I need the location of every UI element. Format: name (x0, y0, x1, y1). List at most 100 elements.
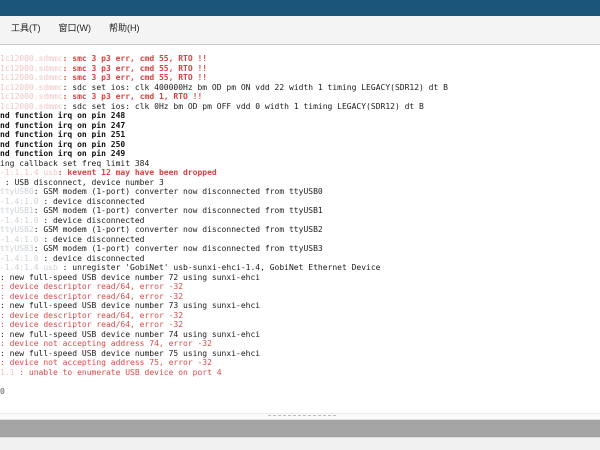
log-line-text: : new full-speed USB device number 72 us… (0, 273, 260, 282)
log-line: -1.4:1.0 : device disconnected (0, 197, 600, 207)
log-line-text: : new full-speed USB device number 73 us… (0, 301, 260, 310)
menu-tools[interactable]: 工具(T) (4, 20, 48, 35)
log-line: ttyUSB1: GSM modem (1-port) converter no… (0, 206, 600, 216)
horizontal-scrollbar[interactable] (0, 413, 600, 419)
log-line-prefix: 1.1 (0, 368, 14, 377)
log-line: 0 (0, 387, 600, 397)
log-line-prefix: 1c12000.sdmmc (0, 64, 63, 73)
log-line-prefix: -1.4:1.0 (0, 235, 39, 244)
log-line-prefix: 1c12000.sdmmc (0, 83, 63, 92)
log-line: nd function irq on pin 249 (0, 149, 600, 159)
log-line-prefix: -1.4:1.0 (0, 197, 39, 206)
log-line: -1.4:1.0 : device disconnected (0, 254, 600, 264)
log-line: ttyUSB2: GSM modem (1-port) converter no… (0, 225, 600, 235)
log-line-text: : device descriptor read/64, error -32 (0, 320, 183, 329)
log-line-prefix: ttyUSB0 (0, 187, 34, 196)
log-line-prefix: -1:1.1.4 usb (0, 168, 58, 177)
menu-bar: 工具(T) 窗口(W) 帮助(H) (0, 16, 600, 45)
log-line-prefix: ttyUSB3 (0, 244, 34, 253)
log-line-prefix: 1c12000.sdmmc (0, 54, 63, 63)
log-line-text: : GSM modem (1-port) converter now disco… (34, 187, 323, 196)
log-line: ttyUSB0: GSM modem (1-port) converter no… (0, 187, 600, 197)
log-line: nd function irq on pin 247 (0, 121, 600, 131)
log-line-text: : unregister 'GobiNet' usb-sunxi-ehci-1.… (58, 263, 381, 272)
log-line-text: : device disconnected (39, 197, 145, 206)
log-line: nd function irq on pin 250 (0, 140, 600, 150)
log-line-text: : GSM modem (1-port) converter now disco… (34, 225, 323, 234)
log-line-text: 0 (0, 387, 5, 396)
log-line-text: : device descriptor read/64, error -32 (0, 292, 183, 301)
log-line: : new full-speed USB device number 74 us… (0, 330, 600, 340)
menu-window[interactable]: 窗口(W) (52, 20, 99, 35)
log-line: : device descriptor read/64, error -32 (0, 292, 600, 302)
log-line: 1c12000.sdmmc: sdc set ios: clk 0Hz bm O… (0, 102, 600, 112)
log-line: : device descriptor read/64, error -32 (0, 311, 600, 321)
log-line-text: : smc 3 p3 err, cmd 1, RTO !! (63, 92, 203, 101)
log-line: -1.4:1.0 : device disconnected (0, 235, 600, 245)
log-line: -1.4:1.4 usb : unregister 'GobiNet' usb-… (0, 263, 600, 273)
log-line: nd function irq on pin 248 (0, 111, 600, 121)
menu-help[interactable]: 帮助(H) (102, 20, 147, 35)
log-line-text: nd function irq on pin 247 (0, 121, 125, 130)
log-line-text: : device not accepting address 75, error… (0, 358, 212, 367)
log-line: 1.1 : unable to enumerate USB device on … (0, 368, 600, 378)
log-line-text: : device not accepting address 74, error… (0, 339, 212, 348)
log-line: : new full-speed USB device number 72 us… (0, 273, 600, 283)
log-line-text: : smc 3 p3 err, cmd 55, RTO !! (63, 73, 208, 82)
log-line-prefix: -1.4:1.4 usb (0, 263, 58, 272)
log-line-text: nd function irq on pin 248 (0, 111, 125, 120)
log-line: ing callback set freq limit 384 (0, 159, 600, 169)
log-line-prefix: -1.4:1.0 (0, 216, 39, 225)
log-line: : device not accepting address 75, error… (0, 358, 600, 368)
log-line: : device descriptor read/64, error -32 (0, 320, 600, 330)
scrollbar-thumb[interactable] (268, 415, 336, 418)
log-line: 1c12000.sdmmc: smc 3 p3 err, cmd 55, RTO… (0, 54, 600, 64)
log-line-text: : USB disconnect, device number 3 (0, 178, 164, 187)
log-line-text: : new full-speed USB device number 75 us… (0, 349, 260, 358)
log-line-text: : new full-speed USB device number 74 us… (0, 330, 260, 339)
log-line: : new full-speed USB device number 75 us… (0, 349, 600, 359)
log-line (0, 377, 600, 387)
log-line-text: nd function irq on pin 249 (0, 149, 125, 158)
terminal-app-window: 工具(T) 窗口(W) 帮助(H) 1c12000.sdmmc: smc 3 p… (0, 0, 600, 450)
log-line-text: ing callback set freq limit 384 (0, 159, 149, 168)
log-line-text: : device descriptor read/64, error -32 (0, 311, 183, 320)
log-line-prefix: 1c12000.sdmmc (0, 73, 63, 82)
log-line-text: : GSM modem (1-port) converter now disco… (34, 206, 323, 215)
log-line-prefix: 1c12000.sdmmc (0, 92, 63, 101)
title-bar[interactable] (0, 0, 600, 16)
log-line-text: nd function irq on pin 251 (0, 130, 125, 139)
log-line: -1.4:1.0 : device disconnected (0, 216, 600, 226)
log-line-text: nd function irq on pin 250 (0, 140, 125, 149)
log-line: : USB disconnect, device number 3 (0, 178, 600, 188)
log-line-text: : smc 3 p3 err, cmd 55, RTO !! (63, 64, 208, 73)
log-line-text: : GSM modem (1-port) converter now disco… (34, 244, 323, 253)
log-line-prefix: ttyUSB2 (0, 225, 34, 234)
log-line-text: : unable to enumerate USB device on port… (14, 368, 221, 377)
log-line-text: : device disconnected (39, 254, 145, 263)
log-line-prefix: ttyUSB1 (0, 206, 34, 215)
log-line-text: : kevent 12 may have been dropped (58, 168, 217, 177)
log-line-text: : smc 3 p3 err, cmd 55, RTO !! (63, 54, 208, 63)
log-line: 1c12000.sdmmc: smc 3 p3 err, cmd 55, RTO… (0, 64, 600, 74)
log-line: ttyUSB3: GSM modem (1-port) converter no… (0, 244, 600, 254)
log-line-text: : device disconnected (39, 216, 145, 225)
log-line: 1c12000.sdmmc: smc 3 p3 err, cmd 55, RTO… (0, 73, 600, 83)
log-lines: 1c12000.sdmmc: smc 3 p3 err, cmd 55, RTO… (0, 54, 600, 396)
log-line: : device descriptor read/64, error -32 (0, 282, 600, 292)
log-line-text: : sdc set ios: clk 0Hz bm OD pm OFF vdd … (63, 102, 424, 111)
taskbar-strip (0, 437, 600, 450)
terminal-output-area[interactable]: 1c12000.sdmmc: smc 3 p3 err, cmd 55, RTO… (0, 45, 600, 419)
log-line: 1c12000.sdmmc: sdc set ios: clk 400000Hz… (0, 83, 600, 93)
log-line-text: : sdc set ios: clk 400000Hz bm OD pm ON … (63, 83, 448, 92)
log-line-text: : device disconnected (39, 235, 145, 244)
log-line: : new full-speed USB device number 73 us… (0, 301, 600, 311)
log-line: 1c12000.sdmmc: smc 3 p3 err, cmd 1, RTO … (0, 92, 600, 102)
desktop-band (0, 419, 600, 437)
log-line-text: : device descriptor read/64, error -32 (0, 282, 183, 291)
log-line: nd function irq on pin 251 (0, 130, 600, 140)
log-line-prefix: 1c12000.sdmmc (0, 102, 63, 111)
log-line: : device not accepting address 74, error… (0, 339, 600, 349)
log-line-prefix: -1.4:1.0 (0, 254, 39, 263)
log-line: -1:1.1.4 usb: kevent 12 may have been dr… (0, 168, 600, 178)
